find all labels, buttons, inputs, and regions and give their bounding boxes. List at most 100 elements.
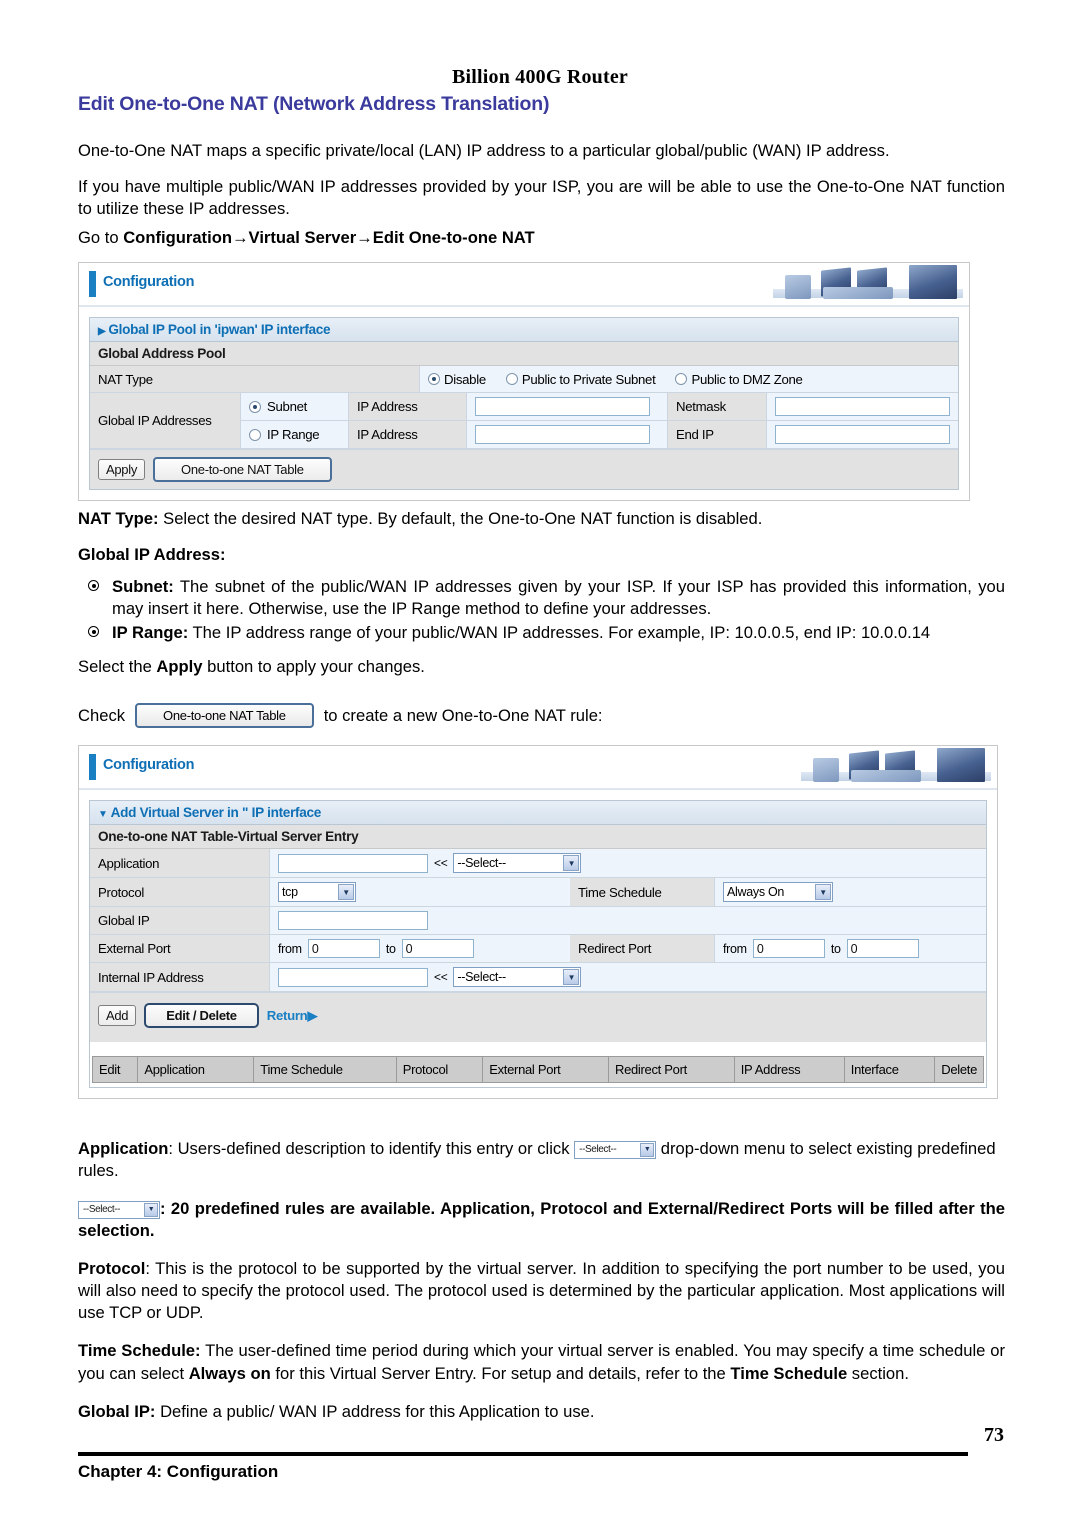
mid-text-block: NAT Type: Select the desired NAT type. B… <box>78 508 1005 692</box>
radio-public-private-indicator[interactable] <box>505 373 518 385</box>
redirect-to-label: to <box>830 941 841 956</box>
bullet-subnet: Subnet: The subnet of the public/WAN IP … <box>78 576 1005 620</box>
nat-type-options: Disable Public to Private Subnet Public … <box>420 366 958 392</box>
page-number: 73 <box>984 1424 1004 1446</box>
external-port-to-input[interactable] <box>401 939 474 958</box>
inline-select-chip-application[interactable]: --Select-- ▼ <box>574 1140 657 1159</box>
chevron-right-icon: ▶ <box>98 326 106 337</box>
inline-select-chip-label: --Select-- <box>83 1203 121 1215</box>
protocol-description: Protocol: This is the protocol to be sup… <box>78 1258 1005 1324</box>
page-title: Edit One-to-One NAT (Network Address Tra… <box>78 93 550 115</box>
external-port-from-input[interactable] <box>307 939 380 958</box>
external-port-label: External Port <box>90 935 270 962</box>
column-header-edit: Edit <box>93 1057 139 1082</box>
radio-iprange-indicator[interactable] <box>249 428 261 441</box>
column-header-redirect-port: Redirect Port <box>608 1057 735 1082</box>
column-header-ip-address: IP Address <box>734 1057 845 1082</box>
intro-paragraph-2: If you have multiple public/WAN IP addre… <box>78 177 1005 219</box>
global-ip-input[interactable] <box>278 911 428 930</box>
bullet-iprange-bold: IP Range: <box>112 623 189 643</box>
netmask-input[interactable] <box>775 397 950 416</box>
radio-disable-indicator[interactable] <box>428 373 440 385</box>
panel1-section-header: ▶ Global IP Pool in 'ipwan' IP interface <box>90 318 958 342</box>
application-input[interactable] <box>278 853 428 873</box>
redirect-from-label: from <box>723 941 747 956</box>
panel1-sub-header: Global Address Pool <box>90 342 958 366</box>
radio-subnet-indicator[interactable] <box>249 400 261 413</box>
chevron-down-icon[interactable]: ▼ <box>338 884 354 900</box>
inline-one-to-one-nat-table-button[interactable]: One-to-one NAT Table <box>135 703 314 728</box>
global-ip-addresses-label: Global IP Addresses <box>90 393 241 448</box>
radio-iprange-label: IP Range <box>267 427 320 442</box>
desk-artwork-icon <box>801 746 991 788</box>
one-to-one-nat-table-button[interactable]: One-to-one NAT Table <box>153 457 332 482</box>
add-button[interactable]: Add <box>98 1005 137 1026</box>
chevron-down-icon[interactable]: ▼ <box>144 1202 158 1217</box>
radio-nat-disable[interactable]: Disable <box>428 372 486 387</box>
internal-ip-select[interactable]: --Select-- ▼ <box>453 967 582 987</box>
protocol-select-value: tcp <box>282 884 298 899</box>
apply-button[interactable]: Apply <box>98 459 146 480</box>
goto-navigation-line: Go to Configuration→Virtual Server→Edit … <box>78 228 535 248</box>
panel1-title-label: Configuration <box>103 274 195 290</box>
select-description-text: : 20 predefined rules are available. App… <box>78 1199 1005 1241</box>
chevron-down-icon[interactable]: ▼ <box>815 884 831 900</box>
application-description-bold: Application <box>78 1139 169 1158</box>
time-schedule-select[interactable]: Always On ▼ <box>723 882 833 902</box>
protocol-select[interactable]: tcp ▼ <box>278 882 356 902</box>
external-port-row: External Port from to Redirect Port from… <box>90 935 986 963</box>
footer-rule <box>78 1452 968 1456</box>
time-schedule-description-t3: section. <box>847 1363 909 1383</box>
internal-arrows-label: << <box>434 970 448 984</box>
column-header-application: Application <box>138 1057 255 1082</box>
edit-delete-button[interactable]: Edit / Delete <box>144 1003 259 1028</box>
endip-input[interactable] <box>775 425 950 444</box>
intro-text-block: One-to-One NAT maps a specific private/l… <box>78 140 1005 234</box>
redirect-port-from-input[interactable] <box>752 939 825 958</box>
application-select[interactable]: --Select-- ▼ <box>453 853 582 873</box>
panel2-spacer <box>90 1042 986 1056</box>
internal-ip-label: Internal IP Address <box>90 963 270 991</box>
internal-ip-input[interactable] <box>278 967 428 987</box>
subnet-ip-address-cell <box>467 393 667 420</box>
chevron-down-icon: ▼ <box>98 809 108 820</box>
radio-nat-public-dmz[interactable]: Public to DMZ Zone <box>675 372 803 387</box>
nat-type-description-text: Select the desired NAT type. By default,… <box>158 509 763 528</box>
panel1-button-bar: Apply One-to-one NAT Table <box>90 449 958 489</box>
subnet-radio-cell[interactable]: Subnet <box>241 393 349 420</box>
time-schedule-description-t2: for this Virtual Server Entry. For setup… <box>270 1363 731 1383</box>
global-ip-bullet-list: Subnet: The subnet of the public/WAN IP … <box>78 576 1005 644</box>
panel1-titlebar: Configuration <box>79 263 969 307</box>
global-ip-field <box>270 907 986 934</box>
iprange-ip-address-input[interactable] <box>475 425 650 444</box>
return-link-label: Return <box>266 1007 308 1023</box>
inline-select-chip-predefined[interactable]: --Select-- ▼ <box>78 1200 160 1219</box>
chevron-down-icon[interactable]: ▼ <box>563 969 580 985</box>
time-schedule-description-bold: Time Schedule: <box>78 1341 201 1361</box>
time-schedule-description: Time Schedule: The user-defined time per… <box>78 1340 1005 1384</box>
internal-ip-select-value: --Select-- <box>457 969 506 984</box>
nat-type-description-bold: NAT Type: <box>78 509 159 528</box>
chevron-down-icon[interactable]: ▼ <box>640 1142 655 1157</box>
redirect-port-fields: from to <box>715 935 986 962</box>
panel2-accent-bar <box>89 754 96 780</box>
apply-instruction-pre: Select the <box>78 657 157 677</box>
document-page: Billion 400G Router Edit One-to-One NAT … <box>0 0 1080 1528</box>
radio-public-dmz-indicator[interactable] <box>675 373 688 385</box>
panel1-section-header-label: Global IP Pool in 'ipwan' IP interface <box>108 322 331 337</box>
nat-type-description: NAT Type: Select the desired NAT type. B… <box>78 508 1005 530</box>
application-description: Application: Users-defined description t… <box>78 1138 1005 1182</box>
iprange-radio-cell[interactable]: IP Range <box>241 421 349 448</box>
global-ip-description-bold: Global IP: <box>78 1401 156 1421</box>
application-arrows-label: << <box>434 856 448 870</box>
endip-label: End IP <box>667 421 767 448</box>
protocol-description-text: : This is the protocol to be supported b… <box>78 1259 1005 1323</box>
return-link[interactable]: Return▶ <box>267 1008 318 1024</box>
chevron-down-icon[interactable]: ▼ <box>563 855 580 871</box>
global-ip-label: Global IP <box>90 907 270 934</box>
redirect-port-to-input[interactable] <box>846 939 919 958</box>
radio-nat-public-private[interactable]: Public to Private Subnet <box>505 372 656 387</box>
subnet-ip-address-input[interactable] <box>475 397 650 416</box>
bullet-point-icon <box>88 580 99 592</box>
panel1-inner: ▶ Global IP Pool in 'ipwan' IP interface … <box>89 317 959 490</box>
